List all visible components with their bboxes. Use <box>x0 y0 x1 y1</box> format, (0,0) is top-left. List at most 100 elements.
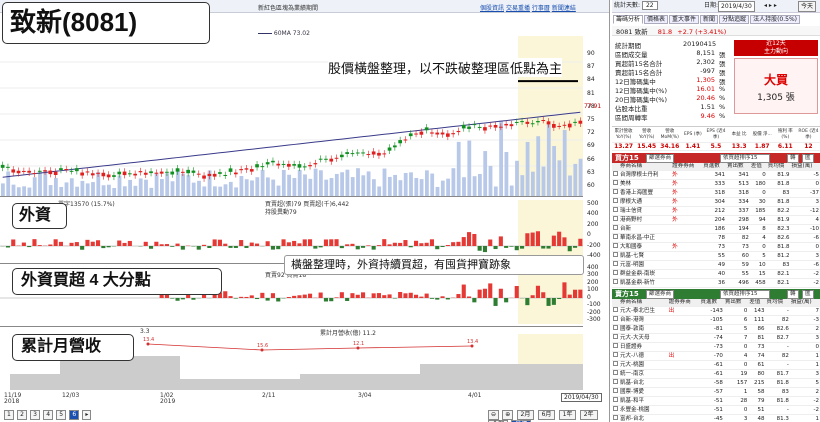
sell-export-button[interactable]: 匯 <box>802 290 814 300</box>
table-row[interactable]: 日盛證券 -73 0 73-0 <box>612 342 820 353</box>
range-6m-button[interactable]: 6月 <box>537 410 556 420</box>
bar <box>578 238 583 246</box>
table-row[interactable]: 國票-博愛 -57 1 58 83 2 <box>612 387 820 398</box>
row-checkbox[interactable] <box>613 279 618 285</box>
row-checkbox[interactable] <box>613 261 618 267</box>
table-row[interactable]: 台灣摩根士丹利外 341 341 0 81.9 -5 <box>612 170 820 181</box>
candle <box>329 158 334 162</box>
row-checkbox[interactable] <box>613 225 618 231</box>
table-row[interactable]: 群益金鼎-南崁 40 55 15 82.1 -2 <box>612 269 820 280</box>
link-replay[interactable]: 交易重播 <box>506 5 530 12</box>
link-calendar[interactable]: 行事曆 <box>532 5 550 12</box>
table-row[interactable]: 統一-南京 -61 19 80 81.7 3 <box>612 369 820 380</box>
link-news[interactable]: 新聞連結 <box>552 5 576 12</box>
row-checkbox[interactable] <box>613 243 618 249</box>
table-row[interactable]: 元大-桃園 -61 0 61-1 <box>612 360 820 371</box>
table-row[interactable]: 台新-港灣 -105 6 111 82 -3 <box>612 315 820 326</box>
row-checkbox[interactable] <box>613 180 618 186</box>
table-row[interactable]: 台新 186 194 8 82.3 -10 <box>612 224 820 235</box>
date-nav-icons[interactable]: ◂ ▸ ▸ <box>764 1 777 10</box>
page-button-active[interactable]: 6 <box>69 410 80 420</box>
row-checkbox[interactable] <box>613 397 618 403</box>
row-checkbox[interactable] <box>613 379 618 385</box>
row-checkbox[interactable] <box>613 171 618 177</box>
page-button[interactable]: 3 <box>30 410 40 420</box>
table-row[interactable]: 富邦-台北 -45 3 48 81.3 1 <box>612 414 820 422</box>
volume-bar <box>266 177 270 196</box>
tab-institution[interactable]: 法人持股(0.5%) <box>750 15 801 24</box>
row-checkbox[interactable] <box>613 325 618 331</box>
table-row[interactable]: 瑞士信貸外 212 337 185 82.2 -12 <box>612 206 820 217</box>
buy-export-button[interactable]: 匯 <box>802 154 814 163</box>
tab-price-table[interactable]: 價格表 <box>644 15 669 24</box>
row-checkbox[interactable] <box>613 352 618 358</box>
bar <box>419 296 424 298</box>
today-button[interactable]: 今天 <box>798 1 817 12</box>
row-checkbox[interactable] <box>613 270 618 276</box>
buy-sort-select[interactable]: 依買超排序15 <box>720 154 770 163</box>
table-row[interactable]: 香港上海匯豐外 318 318 0 83 -37 <box>612 188 820 199</box>
row-checkbox[interactable] <box>613 189 618 195</box>
tab-news[interactable]: 新聞 <box>700 15 719 24</box>
row-checkbox[interactable] <box>613 316 618 322</box>
tab-branch-track[interactable]: 分點追蹤 <box>719 15 750 24</box>
table-row[interactable]: 美林外 333 513 180 81.8 0 <box>612 179 820 190</box>
table-row[interactable]: 港商野村外 204 298 94 81.9 4 <box>612 215 820 226</box>
table-row[interactable]: 摩根大通外 304 334 30 81.8 3 <box>612 197 820 208</box>
page-button[interactable]: 4 <box>43 410 54 420</box>
zoom-out-icon[interactable]: ⊖ <box>488 410 500 420</box>
table-row[interactable]: 凱基-和平 -51 28 79 81.8 -2 <box>612 396 820 407</box>
page-button[interactable]: 2 <box>17 410 27 420</box>
row-checkbox[interactable] <box>613 198 618 204</box>
row-checkbox[interactable] <box>613 370 618 376</box>
table-row[interactable]: 國泰-敦南 -81 5 86 82.6 2 <box>612 324 820 335</box>
next-page-icon[interactable]: ▸ <box>82 410 92 420</box>
row-checkbox[interactable] <box>613 334 618 340</box>
table-row[interactable]: 永豐金-桃園 -51 0 51- -2 <box>612 405 820 416</box>
row-checkbox[interactable] <box>613 361 618 367</box>
volume-bar <box>472 176 477 196</box>
candle <box>472 124 477 126</box>
table-cell: 3 <box>723 414 749 422</box>
table-row[interactable]: 元大-大天母 -74 7 81 82.7 3 <box>612 333 820 344</box>
table-cell: 外 <box>671 170 703 181</box>
table-row[interactable]: 元富-明園 49 59 10 83 -6 <box>612 260 820 271</box>
sell-transfer-button[interactable]: 轉 <box>787 290 799 300</box>
table-row[interactable]: 凱基金鼎-新竹 36 496 458 82.1 -2 <box>612 278 820 289</box>
row-checkbox[interactable] <box>613 406 618 412</box>
page-button[interactable]: 1 <box>4 410 14 420</box>
table-row[interactable]: 元大-八德出 -70 4 74 82 1 <box>612 351 820 362</box>
table-row[interactable]: 華南永昌-中正 78 82 4 82.6 -6 <box>612 233 820 244</box>
table-cell: 82.7 <box>765 333 790 344</box>
row-checkbox[interactable] <box>613 415 618 421</box>
days-select[interactable]: 22 <box>641 1 658 10</box>
buy-transfer-button[interactable]: 轉 <box>787 154 799 163</box>
table-row[interactable]: 凱基-台北 -58 157 215 81.8 5 <box>612 378 820 389</box>
column-header: 損益(萬) <box>790 163 820 172</box>
range-2m-button[interactable]: 2月 <box>516 410 535 420</box>
date-input[interactable]: 2019/4/30 <box>718 1 755 12</box>
page-button[interactable]: 5 <box>56 410 67 420</box>
tab-events[interactable]: 重大事件 <box>669 15 700 24</box>
sell-filter-select[interactable]: 篩選券商 <box>646 290 675 300</box>
buy-filter-select[interactable]: 篩選券商 <box>646 154 675 163</box>
sell-sort-select[interactable]: 依買超排序15 <box>720 290 770 300</box>
table-row[interactable]: 大和國泰外 73 73 0 81.8 0 <box>612 242 820 253</box>
bar <box>451 242 456 246</box>
row-checkbox[interactable] <box>613 388 618 394</box>
row-checkbox[interactable] <box>613 207 618 213</box>
row-checkbox[interactable] <box>613 307 618 313</box>
row-checkbox[interactable] <box>613 234 618 240</box>
axis-tick-label: 69 <box>587 142 595 150</box>
bar <box>11 239 16 246</box>
zoom-in-icon[interactable]: ⊕ <box>502 410 514 420</box>
row-checkbox[interactable] <box>613 343 618 349</box>
row-checkbox[interactable] <box>613 252 618 258</box>
table-row[interactable]: 元大-泰北巴生出 -143 0 143-7 <box>612 306 820 317</box>
range-2y-button[interactable]: 2年 <box>579 410 598 420</box>
range-1y-button[interactable]: 1年 <box>558 410 577 420</box>
link-stock-info[interactable]: 個股資訊 <box>480 5 504 12</box>
table-row[interactable]: 凱基-七賢 55 60 5 81.2 3 <box>612 251 820 262</box>
tab-chip-analysis[interactable]: 籌碼分析 <box>613 15 644 24</box>
row-checkbox[interactable] <box>613 216 618 222</box>
